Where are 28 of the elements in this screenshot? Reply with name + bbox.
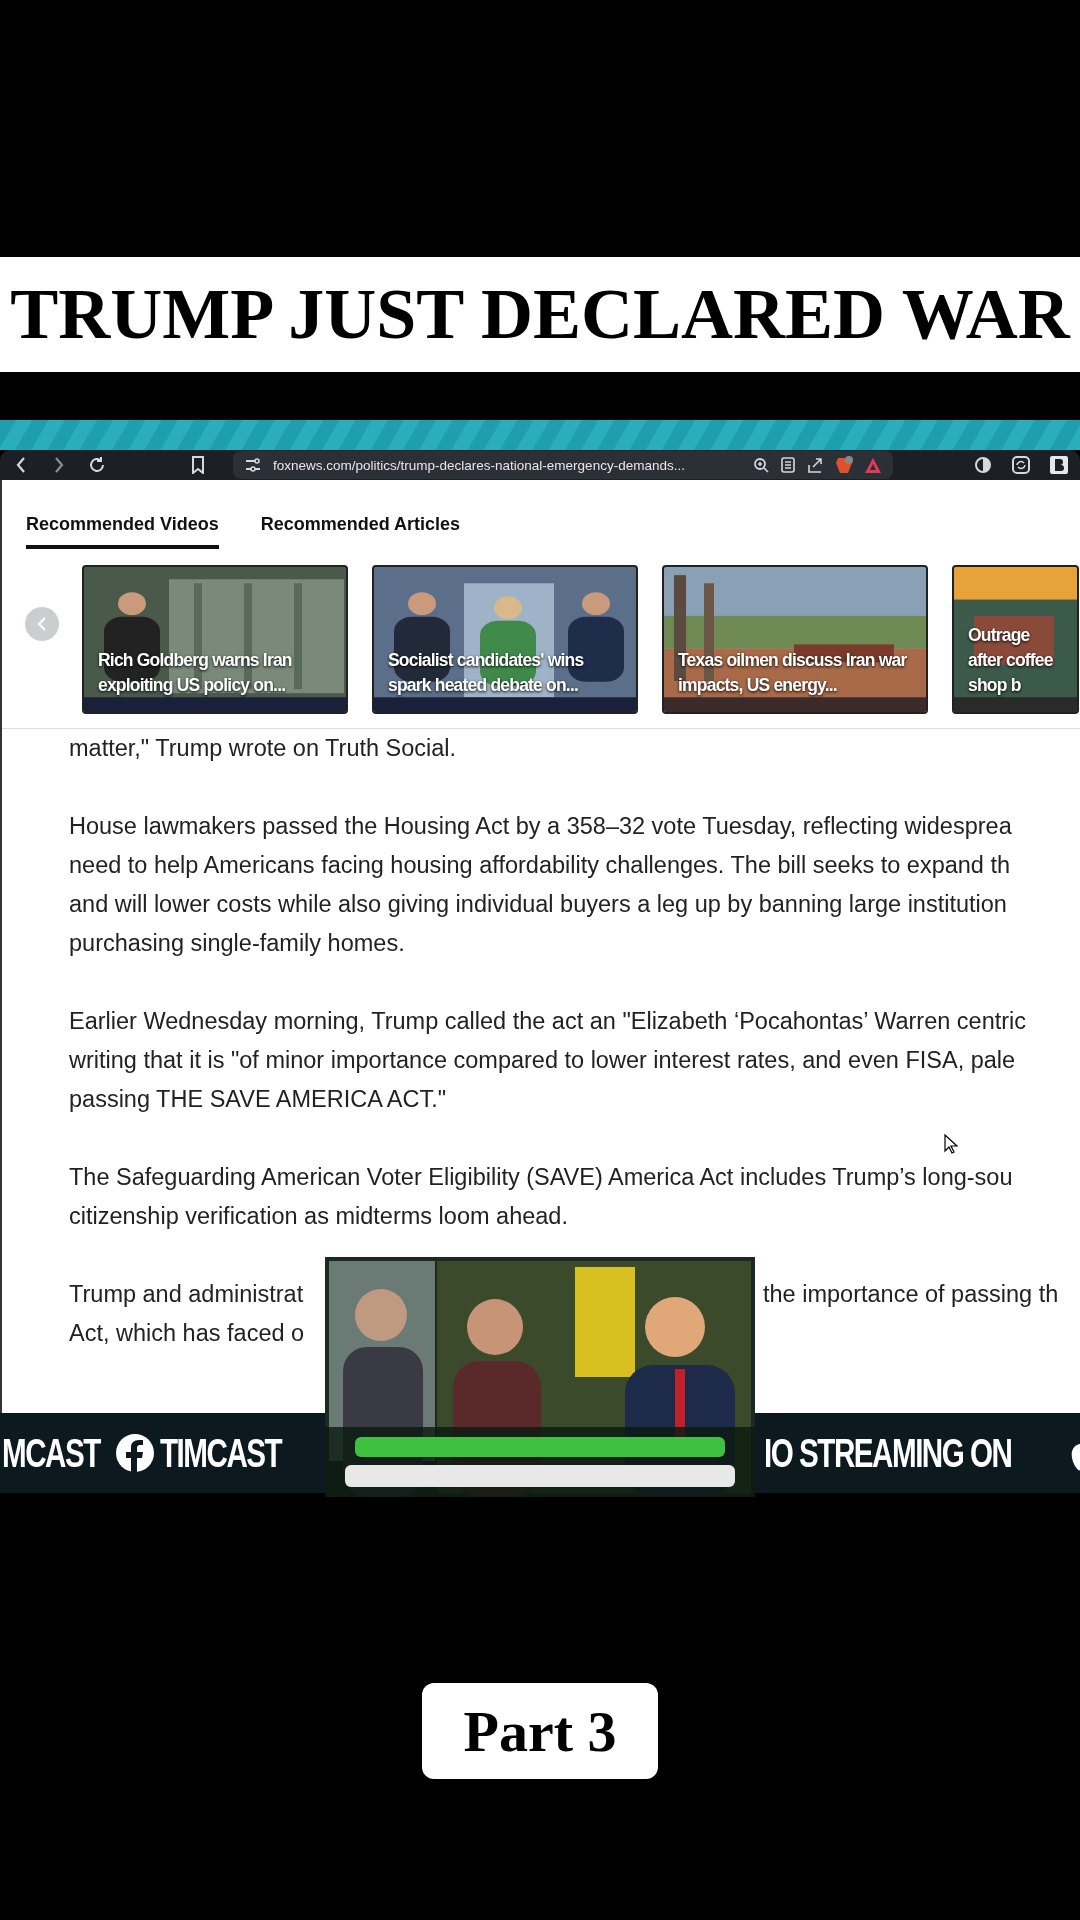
article-text: Earlier Wednesday morning, Trump called the act an "Elizabeth ‘Pocahontas’ Warren centric xyxy=(69,1007,1027,1036)
article-text: Trump and administrat xyxy=(69,1280,305,1309)
video-card[interactable]: Rich Goldberg warns Iran exploiting US policy on... xyxy=(82,565,348,714)
article-text: purchasing single-family homes. xyxy=(69,929,405,958)
tab[interactable]: Recommended Articles xyxy=(260,514,461,549)
video-title: Outrage after coffee shop b xyxy=(968,624,1054,697)
article-text: the importance of passing th xyxy=(763,1280,1059,1309)
url-text: foxnews.com/politics/trump-declares-national-emergency-demands... xyxy=(273,457,686,473)
banner-title: TRUMP JUST DECLARED WAR xyxy=(10,273,1070,356)
video-title: Texas oilmen discuss Iran war impacts, US energy... xyxy=(678,649,908,697)
ticker-text: IO STREAMING ON xyxy=(764,1430,1012,1476)
ticker-text: TIMCAST xyxy=(160,1430,282,1476)
address-bar[interactable]: foxnews.com/politics/trump-declares-national-emergency-demands... xyxy=(233,451,893,479)
article-text: writing that it is "of minor importance compared to lower interest rates, and even FISA, pale xyxy=(69,1046,1016,1075)
article-text: House lawmakers passed the Housing Act by a 358–32 vote Tuesday, reflecting widesprea xyxy=(69,812,1012,841)
article-text: Act, which has faced o xyxy=(69,1319,306,1348)
part-label: Part 3 xyxy=(422,1683,658,1779)
ticker-text: MCAST xyxy=(2,1430,100,1476)
article-text: matter," Trump wrote on Truth Social. xyxy=(69,734,457,763)
tab[interactable]: Recommended Videos xyxy=(26,514,219,549)
article-text: and will lower costs while also giving individual buyers a leg up by banning large institution xyxy=(69,890,1007,919)
article-text: need to help Americans facing housing affordability challenges. The bill seeks to expand th xyxy=(69,851,1011,880)
video-card[interactable]: Texas oilmen discuss Iran war impacts, US energy... xyxy=(662,565,928,714)
article-text: The Safeguarding American Voter Eligibility (SAVE) America Act includes Trump’s long-sou xyxy=(69,1163,1013,1192)
video-card[interactable]: Outrage after coffee shop b xyxy=(952,565,1079,714)
article-text: citizenship verification as midterms loom ahead. xyxy=(69,1202,568,1231)
video-title: Rich Goldberg warns Iran exploiting US policy on... xyxy=(98,649,293,697)
article-text: passing THE SAVE AMERICA ACT." xyxy=(69,1085,447,1114)
